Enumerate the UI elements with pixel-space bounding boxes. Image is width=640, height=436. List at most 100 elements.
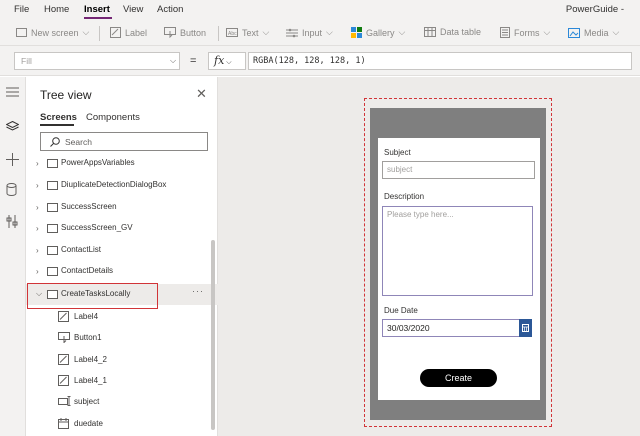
gallery-icon (351, 27, 362, 38)
menu-action[interactable]: Action (157, 4, 183, 15)
chevron-down-icon[interactable]: ⌵ (170, 56, 176, 66)
active-tab-indicator (84, 17, 112, 19)
table-icon (424, 27, 436, 37)
left-rail (0, 77, 26, 436)
forms-menu[interactable]: Forms ⌵ (500, 27, 550, 38)
tree-node-screen[interactable]: › ContactDetails (26, 261, 218, 282)
tree-child-label: Label4 (74, 312, 99, 321)
button-button[interactable]: Button (164, 27, 206, 38)
ribbon: New screen ⌵ Label Button Abc Text ⌵ Inp… (0, 20, 640, 46)
tree-child-item[interactable]: Label4 (26, 306, 218, 327)
tree-child-label: subject (74, 397, 100, 406)
property-dropdown[interactable]: Fill (14, 52, 180, 70)
tree-child-item[interactable]: duedate (26, 413, 218, 434)
ribbon-divider (99, 26, 100, 41)
chevron-right-icon[interactable]: › (36, 159, 39, 168)
label-button[interactable]: Label (110, 27, 147, 38)
menu-view[interactable]: View (123, 4, 143, 15)
tree-scrollbar[interactable] (211, 240, 215, 430)
chevron-right-icon[interactable]: › (36, 181, 39, 190)
chevron-down-icon: ⌵ (262, 27, 270, 37)
screen-icon (47, 181, 58, 190)
label-button-label: Label (125, 27, 148, 38)
tree-node-label: PowerAppsVariables (61, 158, 135, 167)
subject-input[interactable]: subject (382, 161, 535, 179)
screen-icon (47, 246, 58, 255)
tree-child-label: Label4_2 (74, 355, 107, 364)
button-icon (58, 332, 70, 343)
tree-node-screen[interactable]: › PowerAppsVariables (26, 153, 218, 174)
menu-insert[interactable]: Insert (84, 4, 110, 15)
new-screen-label: New screen (31, 27, 79, 38)
text-menu[interactable]: Abc Text ⌵ (226, 27, 269, 38)
tree-child-item[interactable]: Label4_1 (26, 370, 218, 391)
tree-node-screen[interactable]: › SuccessScreen_GV (26, 218, 218, 239)
formula-input[interactable]: RGBA(128, 128, 128, 1) (248, 52, 632, 70)
tab-components[interactable]: Components (86, 112, 140, 123)
menu-file[interactable]: File (14, 4, 29, 15)
forms-menu-label: Forms (514, 27, 540, 38)
tools-icon[interactable] (6, 215, 18, 228)
database-icon[interactable] (6, 183, 17, 196)
new-screen-button[interactable]: New screen ⌵ (16, 27, 89, 38)
tree-node-screen[interactable]: › DiuplicateDetectionDialogBox (26, 175, 218, 196)
chevron-down-icon: ⌵ (226, 58, 232, 66)
chevron-right-icon[interactable]: › (36, 267, 39, 276)
input-menu[interactable]: Input ⌵ (286, 27, 333, 38)
label-icon (58, 375, 69, 386)
tab-screens[interactable]: Screens (40, 112, 77, 123)
subject-label[interactable]: Subject (384, 148, 411, 157)
gallery-menu[interactable]: Gallery ⌵ (351, 27, 405, 38)
layers-icon[interactable] (6, 121, 19, 133)
search-placeholder: Search (65, 137, 92, 147)
tree-node-label: ContactList (61, 245, 102, 254)
chevron-down-icon: ⌵ (326, 27, 333, 37)
description-label[interactable]: Description (384, 192, 424, 201)
app-name: PowerGuide - (565, 4, 624, 15)
menu-bar: File Home Insert View Action PowerGuide … (0, 0, 640, 20)
tree-child-label: Label4_1 (74, 376, 107, 385)
tree-node-screen[interactable]: › SuccessScreen (26, 197, 218, 218)
menu-home[interactable]: Home (44, 4, 69, 15)
input-icon (286, 28, 298, 37)
chevron-down-icon: ⌵ (398, 27, 406, 37)
screen-icon (47, 203, 58, 212)
active-tab-indicator (40, 124, 74, 126)
tree-node-screen[interactable]: › ContactList (26, 240, 218, 261)
chevron-down-icon: ⌵ (543, 27, 551, 37)
fx-label: fx (214, 54, 225, 67)
screen-icon (47, 159, 58, 168)
hamburger-icon[interactable] (6, 87, 19, 97)
calendar-icon (58, 418, 69, 429)
chevron-right-icon[interactable]: › (36, 246, 39, 255)
due-date-label[interactable]: Due Date (384, 306, 418, 315)
button-icon (164, 27, 176, 38)
description-input[interactable]: Please type here... (382, 206, 533, 296)
search-icon (50, 137, 60, 147)
data-table-button[interactable]: Data table (424, 27, 481, 37)
calendar-button[interactable] (519, 319, 532, 337)
text-menu-label: Text (242, 27, 259, 38)
label-icon (58, 311, 69, 322)
tree-child-item[interactable]: subject (26, 391, 218, 412)
chevron-right-icon[interactable]: › (36, 203, 39, 212)
forms-icon (500, 27, 510, 38)
tree-child-label: duedate (74, 419, 103, 428)
media-menu[interactable]: Media ⌵ (568, 27, 619, 38)
close-icon[interactable]: ✕ (196, 86, 207, 102)
create-button[interactable]: Create (420, 369, 497, 387)
tree-node-label: DiuplicateDetectionDialogBox (61, 180, 167, 189)
plus-icon[interactable] (6, 153, 19, 166)
text-icon: Abc (226, 28, 238, 37)
due-date-picker[interactable]: 30/03/2020 (382, 319, 532, 337)
fx-button[interactable]: fx ⌵ (208, 52, 246, 70)
tree-view-title: Tree view (40, 88, 92, 102)
chevron-right-icon[interactable]: › (36, 224, 39, 233)
tree-child-item[interactable]: Button1 (26, 327, 218, 348)
more-options-icon[interactable]: ··· (192, 286, 204, 296)
tree-child-item[interactable]: Label4_2 (26, 349, 218, 370)
screen-icon (16, 28, 27, 37)
calendar-icon (522, 324, 529, 332)
tree-node-label: SuccessScreen_GV (61, 223, 133, 232)
label-icon (110, 27, 121, 38)
